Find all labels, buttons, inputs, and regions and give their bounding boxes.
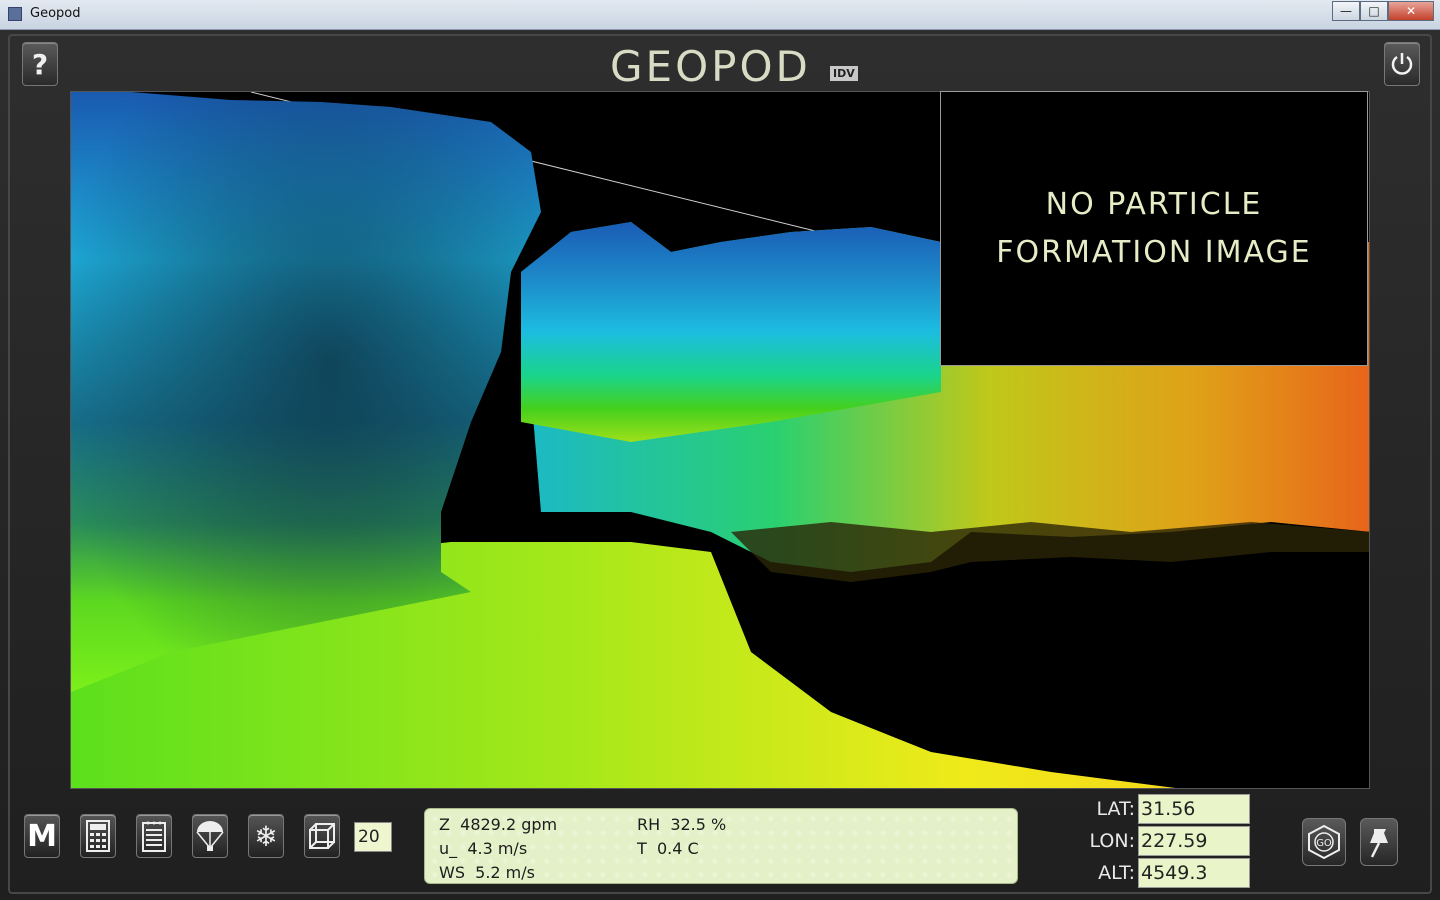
parachute-icon [196,821,224,851]
alt-field[interactable]: 4549.3 [1138,858,1250,888]
geopod-logo: GEOPOD [610,42,811,91]
app-icon [8,7,22,21]
readout-ws: WS 5.2 m/s [439,863,535,882]
go-label: GO [1316,838,1332,849]
snowflake-button[interactable]: ❄ [248,814,284,858]
snowflake-icon: ❄ [254,819,278,853]
close-button[interactable]: ✕ [1388,1,1434,21]
window-title: Geopod [30,6,81,21]
menu-button[interactable]: M [24,814,60,858]
particle-panel-line1: NO PARTICLE [1045,186,1263,222]
calculator-icon [86,820,110,852]
help-icon: ? [31,47,49,81]
window-controls: — □ ✕ [1332,1,1434,21]
maximize-button[interactable]: □ [1360,1,1388,21]
alt-label: ALT: [1098,862,1135,884]
go-icon: GO [1308,824,1340,860]
pushpin-icon [1370,829,1388,858]
particle-panel-line2: FORMATION IMAGE [996,234,1312,270]
lat-label: LAT: [1096,798,1135,820]
power-icon [1391,53,1413,75]
particle-count-input[interactable]: 20 [354,822,392,852]
pin-button[interactable] [1360,818,1398,866]
lon-label: LON: [1089,830,1135,852]
readout-t: T 0.4 C [637,839,699,858]
readout-rh: RH 32.5 % [637,815,727,834]
data-readout-panel: Z 4829.2 gpm u_ 4.3 m/s WS 5.2 m/s RH 32… [424,808,1018,884]
power-button[interactable] [1384,42,1420,86]
help-button[interactable]: ? [22,42,58,86]
notepad-icon [142,821,166,852]
readout-z: Z 4829.2 gpm [439,815,558,834]
particle-formation-panel: NO PARTICLE FORMATION IMAGE [940,91,1368,366]
go-button[interactable]: GO [1302,818,1346,866]
menu-icon: M [27,818,57,854]
cube-icon [309,823,335,849]
idv-badge: IDV [830,66,858,81]
cube-button[interactable] [304,814,340,858]
minimize-button[interactable]: — [1332,1,1360,21]
app-body: ? GEOPOD IDV NO PARTICLE FORMATION IMAGE… [0,30,1440,900]
notepad-button[interactable] [136,814,172,858]
parachute-button[interactable] [192,814,228,858]
lon-field[interactable]: 227.59 [1138,826,1250,856]
window-titlebar: Geopod — □ ✕ [0,0,1440,30]
lat-field[interactable]: 31.56 [1138,794,1250,824]
calculator-button[interactable] [80,814,116,858]
readout-u: u_ 4.3 m/s [439,839,528,858]
